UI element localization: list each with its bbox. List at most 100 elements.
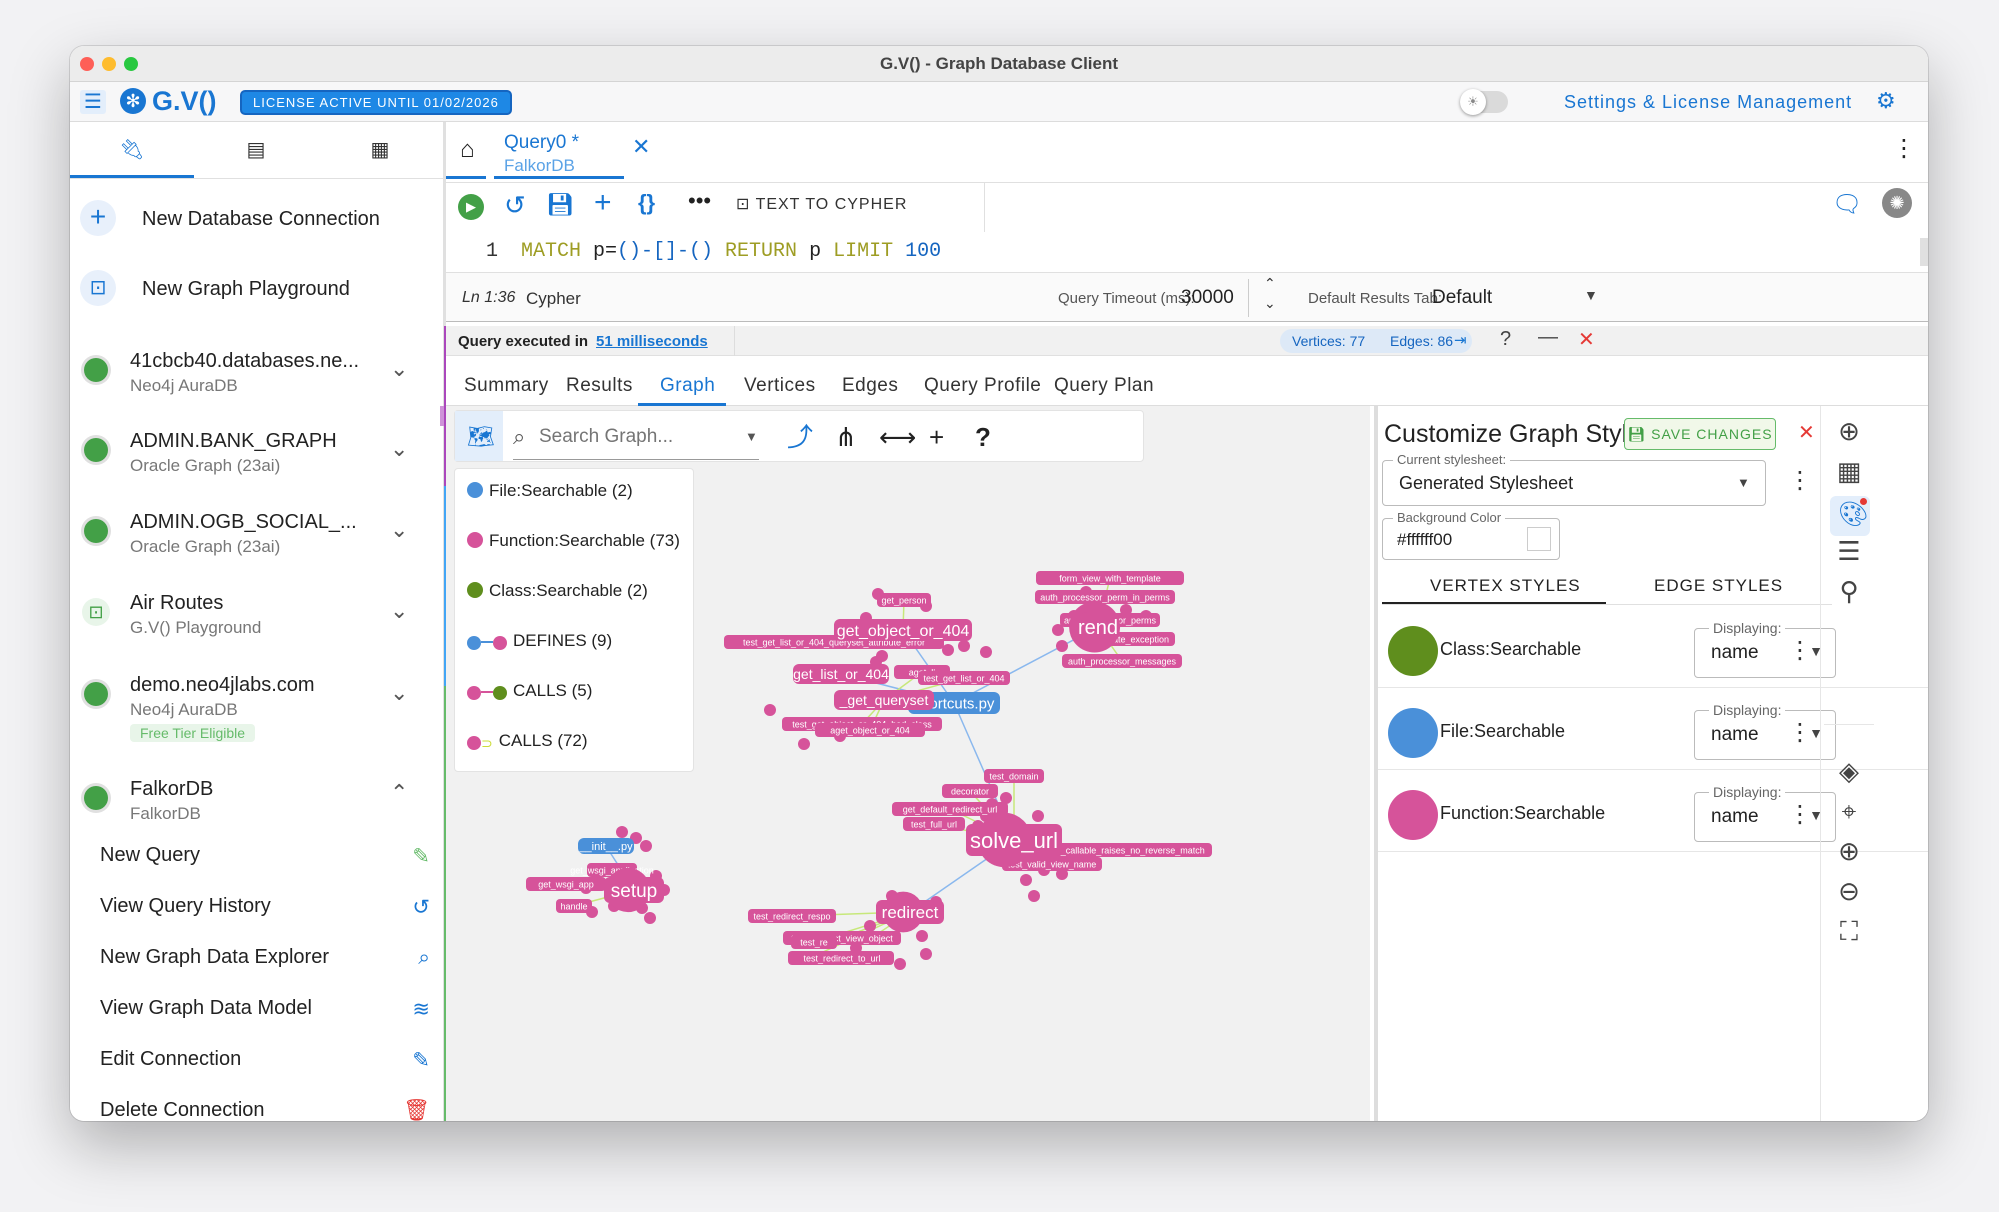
code-line[interactable]: MATCH p=()-[]-() RETURN p LIMIT 100 — [521, 234, 941, 270]
minimize-icon[interactable]: — — [1538, 326, 1558, 349]
graph-node-hub[interactable]: get_object_or_404 — [834, 619, 972, 641]
tab-vertex-styles[interactable]: VERTEX STYLES — [1430, 576, 1581, 596]
graph-node[interactable] — [1032, 810, 1044, 822]
displaying-select[interactable]: Displaying: name ▼ — [1694, 702, 1836, 760]
save-changes-button[interactable]: 💾︎ SAVE CHANGES — [1624, 418, 1776, 450]
format-braces-icon[interactable]: {} — [638, 190, 655, 216]
legend-item[interactable]: Function:Searchable (73) — [467, 531, 680, 551]
graph-node[interactable] — [894, 958, 906, 970]
graph-node-small[interactable]: test_redirect_respo — [748, 909, 836, 923]
tune-icon[interactable]: ☰ — [1826, 536, 1872, 567]
more-vert-icon[interactable]: ⋮ — [1788, 636, 1812, 665]
dropdown-arrow-icon[interactable]: ▼ — [745, 429, 758, 444]
chevron-down-icon[interactable]: ⌄ — [390, 436, 408, 462]
tab-query-plan[interactable]: Query Plan — [1054, 366, 1154, 406]
displaying-select[interactable]: Displaying: name ▼ — [1694, 620, 1836, 678]
layers-icon[interactable]: ◈ — [1826, 756, 1872, 787]
chevron-down-icon[interactable]: ⌄ — [390, 598, 408, 624]
graph-node-small[interactable]: get_default_redirect_url — [892, 802, 1008, 816]
add-icon[interactable]: + — [929, 411, 944, 463]
tab-graph[interactable]: Graph — [660, 366, 715, 406]
background-color-field[interactable]: Background Color #ffffff00 — [1382, 510, 1560, 560]
export-icon[interactable]: ⇥ — [1454, 331, 1467, 349]
palette-button[interactable]: 🎨︎ — [1830, 496, 1870, 536]
graph-search-input[interactable] — [539, 423, 739, 451]
code-editor[interactable]: 1 MATCH p=()-[]-() RETURN p LIMIT 100 — [446, 234, 1928, 270]
graph-data-model-action[interactable]: View Graph Data Model ≋ — [100, 997, 430, 1021]
tab-edges[interactable]: Edges — [842, 366, 898, 406]
graph-node-small[interactable]: test_domain — [984, 769, 1044, 783]
help-icon[interactable]: ? — [975, 411, 991, 463]
edge-icon[interactable]: ⟷ — [879, 411, 916, 463]
dropdown-arrow-icon[interactable]: ▼ — [1584, 287, 1598, 303]
tab-results[interactable]: Results — [566, 366, 633, 406]
more-vert-icon[interactable]: ⋮ — [1788, 466, 1812, 495]
results-tab-select[interactable]: Default — [1432, 287, 1492, 309]
connection-item[interactable]: ADMIN.OGB_SOCIAL_... Oracle Graph (23ai)… — [70, 503, 444, 567]
hierarchy-icon[interactable]: ⋔ — [835, 411, 857, 463]
editor-scrollbar[interactable] — [1920, 238, 1928, 266]
fullscreen-icon[interactable]: ⛶ — [1826, 916, 1872, 948]
connection-item[interactable]: 41cbcb40.databases.ne... Neo4j AuraDB ⌄ — [70, 342, 444, 406]
graph-node-small[interactable]: test_redirect_to_url — [790, 951, 894, 965]
help-icon[interactable]: ? — [1500, 328, 1511, 351]
graph-node-small[interactable]: auth_processor_perm_in_perms — [1035, 590, 1175, 604]
tab-schedule[interactable]: ▦ — [318, 122, 442, 178]
save-icon[interactable]: 💾︎ — [546, 192, 574, 218]
graph-node-hub[interactable]: get_list_or_404 — [793, 664, 889, 684]
settings-link[interactable]: Settings & License Management — [1564, 82, 1852, 122]
chevron-down-icon[interactable]: ⌄ — [390, 517, 408, 543]
more-vert-icon[interactable]: ⋮ — [1788, 718, 1812, 747]
text-to-cypher-button[interactable]: ⊡ TEXT TO CYPHER — [736, 194, 907, 214]
close-results-icon[interactable]: ✕ — [1578, 327, 1595, 352]
edit-connection-action[interactable]: Edit Connection ✎ — [100, 1048, 430, 1072]
color-swatch[interactable] — [1527, 527, 1551, 551]
graph-node[interactable] — [876, 650, 888, 662]
focus-icon[interactable]: ⌖ — [1826, 796, 1872, 828]
history-icon[interactable]: ↺ — [504, 190, 526, 221]
legend-item[interactable]: Class:Searchable (2) — [467, 581, 648, 601]
graph-node[interactable] — [1020, 874, 1032, 886]
graph-node-small[interactable]: get_person — [877, 593, 931, 607]
table-icon[interactable]: ▦ — [1826, 456, 1872, 487]
graph-node[interactable] — [916, 930, 928, 942]
query-history-action[interactable]: View Query History ↺ — [100, 895, 430, 919]
graph-node[interactable] — [1056, 640, 1068, 652]
vertex-color-swatch[interactable] — [1388, 626, 1438, 676]
zoom-in-icon[interactable]: ⊕ — [1826, 836, 1872, 867]
more-horiz-icon[interactable]: ••• — [688, 188, 711, 214]
close-styles-icon[interactable]: ✕ — [1798, 420, 1815, 445]
graph-node-hub[interactable]: __init__.py — [578, 838, 634, 854]
graph-node-small[interactable]: test_full_url — [903, 817, 965, 831]
openai-icon[interactable]: ✺ — [1882, 188, 1912, 218]
close-tab-icon[interactable]: ✕ — [632, 134, 650, 160]
target-icon[interactable]: ⊕ — [1826, 416, 1872, 447]
query-tab[interactable]: Query0 * FalkorDB — [494, 126, 624, 180]
new-playground-button[interactable]: ⊡ New Graph Playground — [70, 262, 444, 322]
graph-node[interactable] — [920, 948, 932, 960]
chevron-down-icon[interactable]: ⌄ — [390, 356, 408, 382]
vertex-color-swatch[interactable] — [1388, 790, 1438, 840]
graph-canvas[interactable]: get_person test_get_list_or_404_queryset_… — [446, 406, 1370, 1121]
graph-node[interactable] — [1028, 890, 1040, 902]
legend-item[interactable]: DEFINES (9) — [467, 631, 612, 653]
graph-node-hub[interactable]: rend — [1069, 601, 1121, 653]
graph-node[interactable] — [958, 640, 970, 652]
legend-item[interactable]: CALLS (5) — [467, 681, 592, 703]
connection-item[interactable]: ADMIN.BANK_GRAPH Oracle Graph (23ai) ⌄ — [70, 422, 444, 486]
delete-connection-action[interactable]: Delete Connection 🗑︎ — [100, 1099, 430, 1121]
graph-node[interactable] — [980, 646, 992, 658]
graph-node-small[interactable]: aget_object_or_404 — [815, 723, 925, 737]
gear-icon[interactable]: ⚙ — [1876, 88, 1896, 114]
tab-query-profile[interactable]: Query Profile — [924, 366, 1041, 406]
execution-time-link[interactable]: 51 milliseconds — [596, 333, 708, 350]
graph-node-small[interactable]: get_wsgi_app — [526, 877, 606, 891]
graph-node[interactable] — [798, 738, 810, 750]
chevron-down-icon[interactable]: ⌄ — [390, 680, 408, 706]
graph-node-small[interactable]: decorator — [942, 784, 998, 798]
timeout-input[interactable]: 30000 — [1181, 287, 1234, 309]
tab-vertices[interactable]: Vertices — [744, 366, 816, 406]
graph-node[interactable] — [864, 920, 876, 932]
graph-node[interactable] — [616, 826, 628, 838]
graph-node-small[interactable]: test_get_list_or_404 — [918, 671, 1010, 685]
